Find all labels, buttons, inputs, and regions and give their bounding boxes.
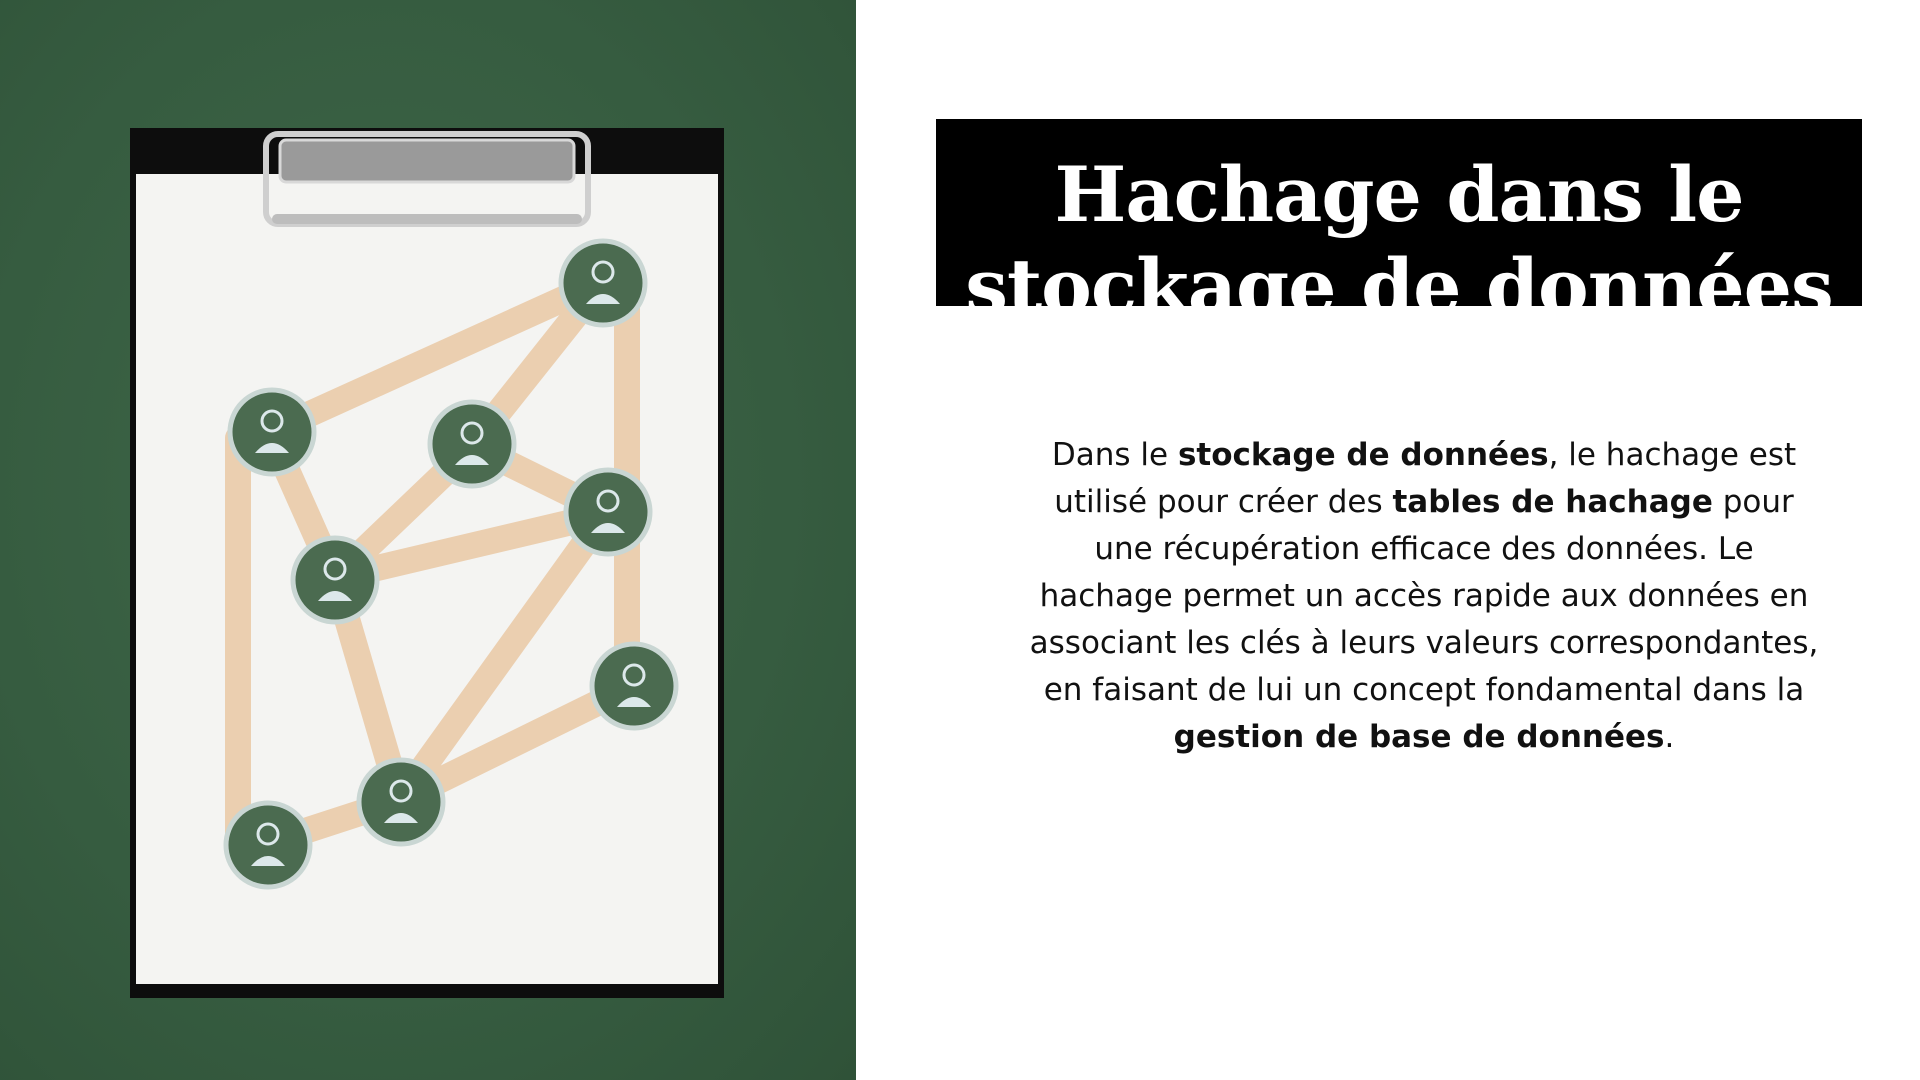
node-user-icon: [223, 800, 313, 890]
node-user-icon: [558, 238, 648, 328]
node-user-icon: [427, 399, 517, 489]
node-user-icon: [356, 757, 446, 847]
body-bold-segment: gestion de base de données: [1173, 719, 1665, 755]
body-segment: .: [1664, 719, 1675, 755]
body-segment: Dans le: [1051, 437, 1178, 473]
node-user-icon: [563, 467, 653, 557]
title-bar: Hachage dans le stockage de données: [936, 119, 1862, 306]
clipboard-network-photo: [0, 0, 856, 1080]
slide: Hachage dans le stockage de données Dans…: [0, 0, 1920, 1080]
body-bold-segment: tables de hachage: [1392, 484, 1713, 520]
body-bold-segment: stockage de données: [1177, 437, 1549, 473]
clip-bar: [272, 214, 582, 224]
clipboard-illustration: [130, 128, 724, 998]
node-user-icon: [290, 535, 380, 625]
slide-title: Hachage dans le stockage de données: [965, 150, 1834, 306]
slide-body-text: Dans le stockage de données, le hachage …: [1024, 432, 1824, 761]
node-user-icon: [227, 387, 317, 477]
node-user-icon: [589, 641, 679, 731]
clip-plate: [278, 138, 576, 184]
